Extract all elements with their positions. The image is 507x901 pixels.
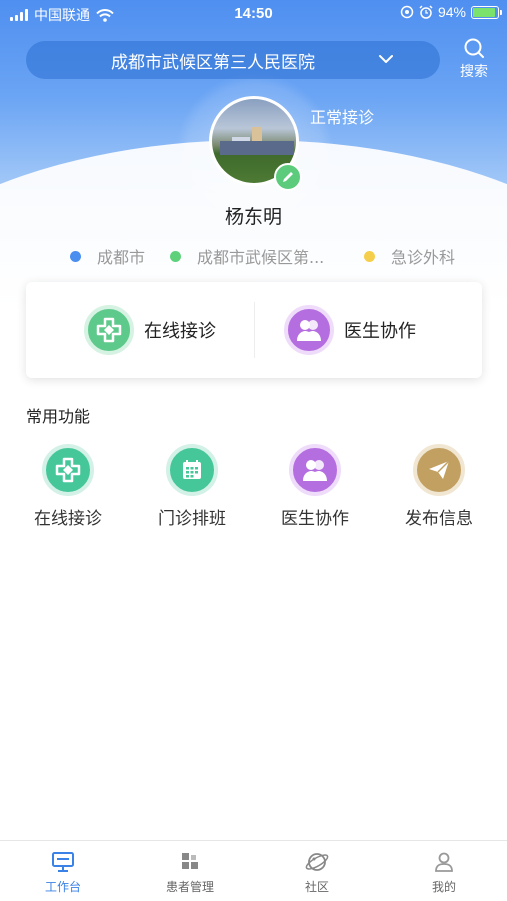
person-icon xyxy=(435,852,453,872)
func-doctor-collab[interactable]: 医生协作 xyxy=(260,444,370,529)
cross-icon xyxy=(42,444,94,496)
func-label: 发布信息 xyxy=(405,509,473,529)
func-label: 医生协作 xyxy=(281,509,349,529)
edit-avatar-button[interactable] xyxy=(274,163,302,191)
doctor-collab-button[interactable]: 医生协作 xyxy=(284,304,416,356)
planet-icon xyxy=(305,853,329,871)
tab-mine[interactable]: 我的 xyxy=(381,851,507,895)
online-consult-button[interactable]: 在线接诊 xyxy=(84,304,216,356)
func-label: 门诊排班 xyxy=(158,509,226,529)
tag-dot xyxy=(70,250,81,262)
tab-label: 我的 xyxy=(431,880,456,894)
pencil-icon xyxy=(283,172,293,182)
doctor-name: 杨东明 xyxy=(224,206,282,228)
func-publish-info[interactable]: 发布信息 xyxy=(384,444,494,529)
profile-tags: 成都市 成都市武候区第... 急诊外科 xyxy=(0,244,507,268)
tab-label: 工作台 xyxy=(44,880,81,894)
status-bar: 中国联通 14:50 94% xyxy=(0,0,507,28)
cross-icon xyxy=(84,305,134,355)
tab-community[interactable]: 社区 xyxy=(254,851,380,895)
battery-icon xyxy=(471,5,502,19)
status-right: 94% xyxy=(400,4,502,20)
tag-dot xyxy=(170,250,181,262)
calendar-icon xyxy=(166,444,218,496)
tag-city: 成都市 xyxy=(70,244,145,268)
hospital-name: 成都市武候区第三人民医院 xyxy=(111,52,315,73)
search-label: 搜索 xyxy=(460,64,488,80)
search-icon xyxy=(464,38,484,58)
tag-dot xyxy=(364,250,375,262)
tab-label: 患者管理 xyxy=(165,880,214,894)
doctors-icon xyxy=(284,305,334,355)
bottom-tab-bar: 工作台 患者管理 社区 我的 xyxy=(0,840,507,901)
action-label: 医生协作 xyxy=(344,321,416,342)
card-divider xyxy=(254,302,255,358)
search-button[interactable]: 搜索 xyxy=(455,37,493,81)
blocks-icon xyxy=(182,853,198,869)
func-online-consult[interactable]: 在线接诊 xyxy=(13,444,123,529)
alarm-icon xyxy=(419,5,433,19)
paper-plane-icon xyxy=(413,444,465,496)
battery-percent: 94% xyxy=(437,4,466,20)
tab-patient-management[interactable]: 患者管理 xyxy=(127,851,253,895)
consult-status: 正常接诊 xyxy=(310,108,375,127)
section-title: 常用功能 xyxy=(26,407,91,426)
tab-workbench[interactable]: 工作台 xyxy=(0,851,126,895)
doctors-icon xyxy=(289,444,341,496)
location-lock-icon xyxy=(400,5,414,19)
quick-action-card: 在线接诊 医生协作 xyxy=(26,282,482,378)
action-label: 在线接诊 xyxy=(144,321,216,342)
common-functions-grid: 在线接诊 门诊排班 医生协作 发布信息 xyxy=(0,444,507,534)
chevron-down-icon xyxy=(379,55,393,63)
tag-label: 成都市 xyxy=(97,248,146,267)
tag-department: 急诊外科 xyxy=(364,244,455,268)
tag-label: 急诊外科 xyxy=(391,248,456,267)
func-label: 在线接诊 xyxy=(34,509,102,529)
tag-label: 成都市武候区第... xyxy=(197,248,325,267)
func-schedule[interactable]: 门诊排班 xyxy=(137,444,247,529)
tab-label: 社区 xyxy=(304,880,329,894)
monitor-icon xyxy=(52,852,74,872)
tag-hospital: 成都市武候区第... xyxy=(170,244,324,268)
hospital-selector[interactable]: 成都市武候区第三人民医院 xyxy=(26,41,440,79)
